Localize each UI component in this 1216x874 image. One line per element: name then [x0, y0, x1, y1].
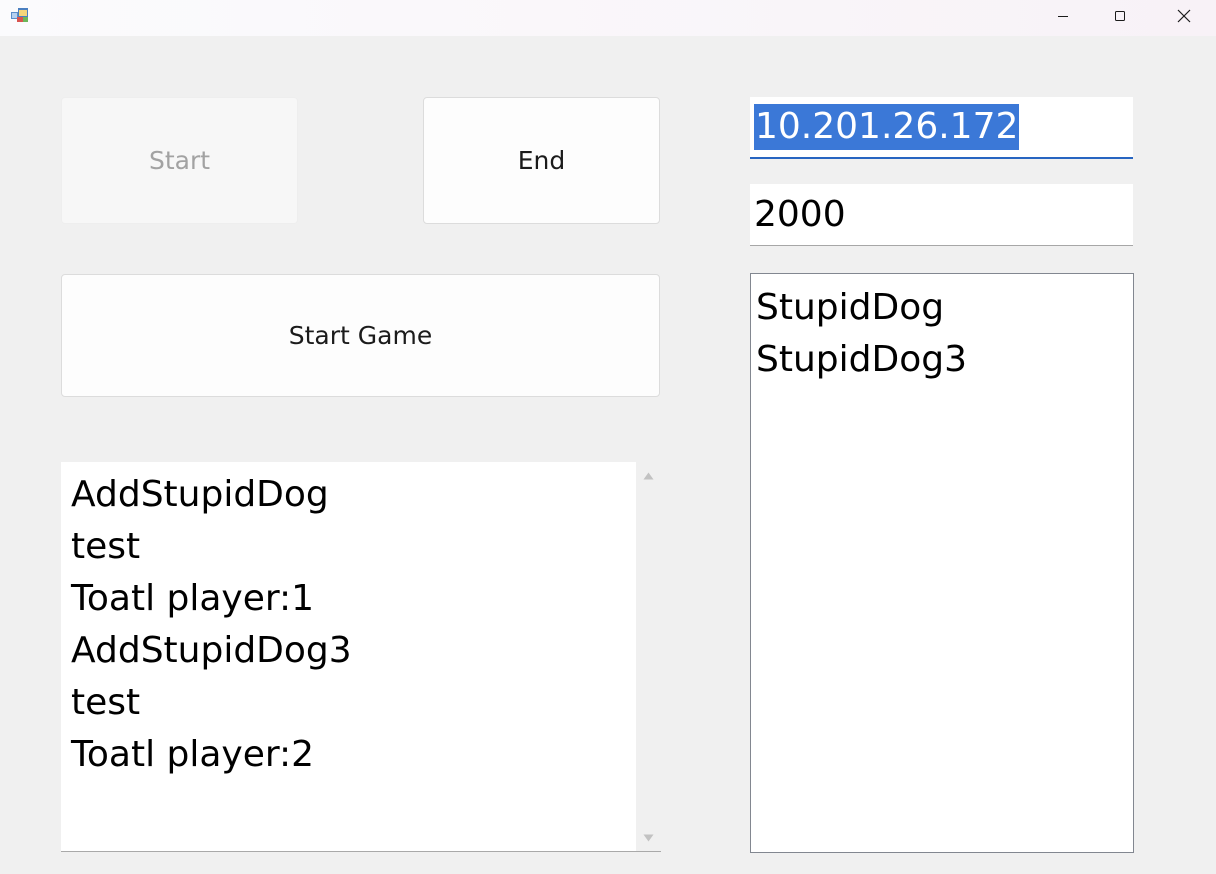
ip-address-input[interactable]: 10.201.26.172 [750, 97, 1133, 159]
log-scrollbar[interactable] [636, 462, 661, 851]
close-icon [1177, 9, 1191, 23]
log-line: test [71, 526, 141, 567]
end-button[interactable]: End [423, 97, 660, 224]
start-button[interactable]: Start [61, 97, 298, 224]
start-game-button[interactable]: Start Game [61, 274, 660, 397]
start-button-label: Start [148, 146, 211, 175]
log-line: Toatl player:2 [71, 734, 315, 775]
scroll-up-arrow-icon[interactable] [643, 472, 654, 480]
maximize-icon [1115, 11, 1125, 21]
ip-address-value: 10.201.26.172 [754, 104, 1020, 150]
log-textbox[interactable]: AddStupidDog test Toatl player:1 AddStup… [61, 462, 661, 852]
end-button-label: End [517, 146, 566, 175]
title-bar [0, 0, 1216, 36]
list-item[interactable]: StupidDog [756, 282, 1133, 334]
list-item[interactable]: StupidDog3 [756, 334, 1133, 386]
port-value: 2000 [754, 194, 846, 235]
log-lines: AddStupidDog test Toatl player:1 AddStup… [71, 469, 352, 781]
log-line: Toatl player:1 [71, 578, 315, 619]
minimize-icon [1058, 16, 1068, 17]
start-game-button-label: Start Game [288, 321, 433, 350]
minimize-button[interactable] [1040, 0, 1086, 32]
close-button[interactable] [1161, 0, 1207, 32]
port-input[interactable]: 2000 [750, 184, 1133, 246]
log-line: AddStupidDog3 [71, 630, 352, 671]
app-window-icon [11, 8, 28, 22]
maximize-button[interactable] [1097, 0, 1143, 32]
log-line: test [71, 682, 141, 723]
players-listbox[interactable]: StupidDog StupidDog3 [750, 273, 1134, 853]
log-line: AddStupidDog [71, 474, 329, 515]
scroll-down-arrow-icon[interactable] [643, 834, 654, 842]
